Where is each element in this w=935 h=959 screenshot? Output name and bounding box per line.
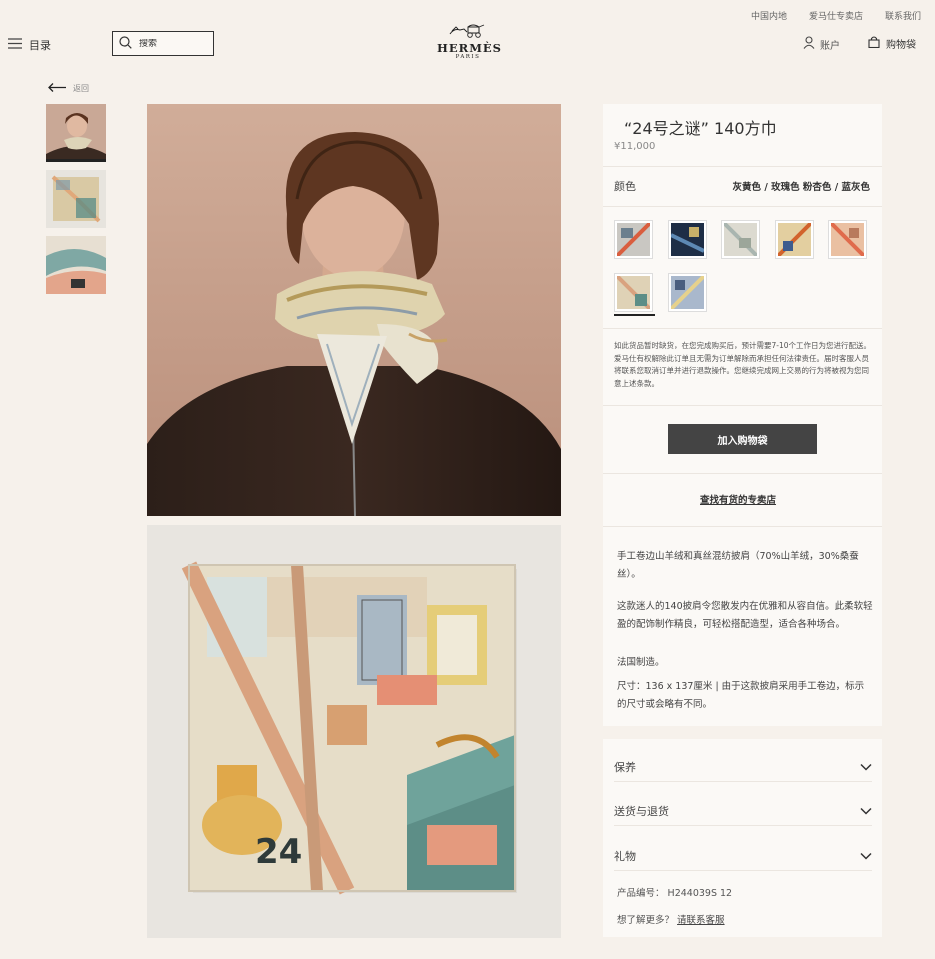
back-link[interactable]: 返回 [47,82,89,95]
color-swatch[interactable] [828,220,867,259]
divider [603,473,882,474]
product-code-label: 产品编号： [617,888,665,899]
product-code: 产品编号： H244039S 12 [617,885,732,899]
search-box[interactable] [112,31,214,56]
chevron-down-icon [860,805,872,818]
color-swatch[interactable] [775,220,814,259]
product-description-origin: 法国制造。 [617,657,665,668]
menu-button[interactable]: 目录 [8,37,51,53]
accordion-shipping[interactable]: 送货与退货 [614,800,872,822]
chevron-down-icon [860,850,872,863]
accordion-label: 保养 [614,761,636,774]
hamburger-icon [8,38,22,52]
product-description-size: 尺寸：136 x 137厘米 | 由于这款披肩采用手工卷边，标示的尺寸或会略有不… [617,681,865,710]
color-value: 灰黄色 / 玫瑰色 粉杏色 / 蓝灰色 [732,182,870,193]
search-input[interactable] [139,38,203,49]
thumbnail-scarf-detail[interactable] [46,236,106,294]
contact-us-link[interactable]: 联系我们 [885,9,921,22]
product-description-style: 这款迷人的140披肩令您散发内在优雅和从容自信。此柔软轻盈的配饰制作精良，可轻松… [617,601,873,630]
thumbnail-model[interactable] [46,104,106,162]
product-image-model [147,104,561,516]
contact-service-link[interactable]: 请联系客服 [677,915,725,926]
svg-text:24: 24 [255,832,302,872]
arrow-left-icon [47,82,67,95]
region-link[interactable]: 中国内地 [751,9,787,22]
accordion-gift[interactable]: 礼物 [614,845,872,867]
accordion-care[interactable]: 保养 [614,756,872,778]
top-links: 中国内地 爱马仕专卖店 联系我们 [751,9,921,22]
divider [614,781,872,782]
product-image-scarf: 24 [147,525,561,938]
carriage-logo-icon [449,24,485,38]
accordion-label: 礼物 [614,850,636,863]
divider [603,328,882,329]
divider [614,825,872,826]
product-code-value: H244039S 12 [667,888,733,899]
product-price: ¥11,000 [614,141,656,152]
find-store-link[interactable]: 查找有货的专卖店 [700,492,776,506]
menu-label: 目录 [29,39,51,52]
shopping-bag-icon [868,36,880,51]
chevron-down-icon [860,761,872,774]
color-swatch-selected[interactable] [614,273,653,312]
product-title: “24号之谜” 140方巾 [624,119,777,138]
divider [603,206,882,207]
divider [614,870,872,871]
stock-notice: 如此货品暂时缺货，在您完成购买后，预计需要7-10个工作日为您进行配送。爱马仕有… [614,341,872,388]
color-swatch[interactable] [721,220,760,259]
color-swatch[interactable] [668,273,707,312]
divider [603,166,882,167]
hermes-logo[interactable]: HERMÈS PARIS [437,22,502,60]
thumbnail-scarf-full[interactable] [46,170,106,228]
product-description-material: 手工卷边山羊绒和真丝混纺披肩（70%山羊绒，30%桑蚕丝）。 [617,551,859,580]
color-swatch[interactable] [614,220,653,259]
accordion-label: 送货与退货 [614,805,669,818]
help-question: 想了解更多？ [617,915,675,926]
selected-swatch-indicator [614,314,655,316]
stores-link[interactable]: 爱马仕专卖店 [809,9,863,22]
color-label: 颜色 [614,180,636,193]
divider [603,405,882,406]
help-line: 想了解更多？ 请联系客服 [617,912,725,926]
logo-wordmark: HERMÈS [437,41,502,55]
cart-button[interactable]: 购物袋 [868,36,916,51]
back-label: 返回 [73,84,89,93]
cart-label: 购物袋 [886,40,916,51]
color-swatch[interactable] [668,220,707,259]
user-icon [803,36,815,52]
divider [603,526,882,527]
account-label: 账户 [820,40,840,52]
account-button[interactable]: 账户 [803,36,840,52]
add-to-bag-button[interactable]: 加入购物袋 [668,424,817,454]
search-icon [119,34,132,53]
